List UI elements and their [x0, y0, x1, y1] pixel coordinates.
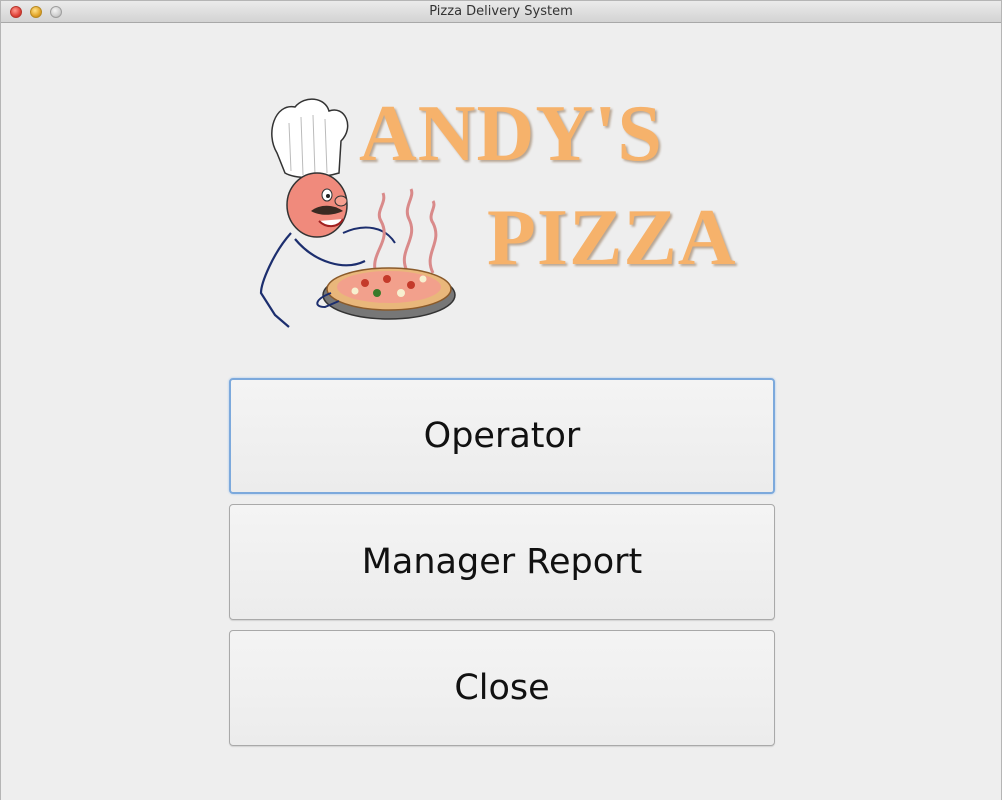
operator-button[interactable]: Operator	[229, 378, 775, 494]
logo-text-andys: ANDY'S	[359, 90, 663, 178]
close-button[interactable]: Close	[229, 630, 775, 746]
manager-report-button[interactable]: Manager Report	[229, 504, 775, 620]
main-content: ANDY'S PIZZA Operator Manager Report Clo…	[1, 23, 1001, 800]
logo-text-pizza: PIZZA	[487, 194, 737, 282]
app-window: Pizza Delivery System ANDY'S PIZZA Opera…	[0, 0, 1002, 800]
title-bar[interactable]: Pizza Delivery System	[1, 1, 1001, 23]
window-title: Pizza Delivery System	[429, 4, 573, 19]
andys-pizza-logo: ANDY'S PIZZA	[255, 90, 755, 333]
